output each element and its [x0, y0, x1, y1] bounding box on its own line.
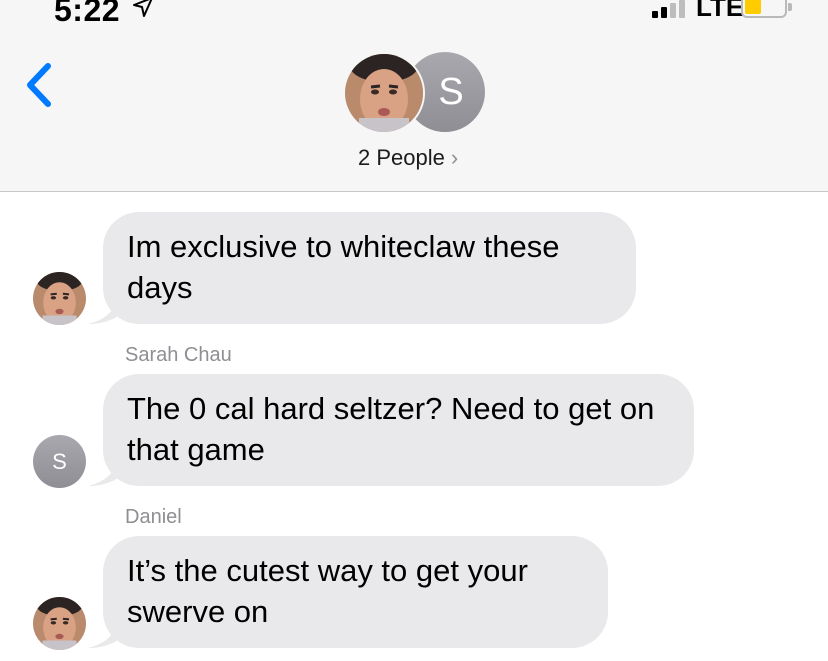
sender-name: Daniel	[125, 506, 182, 528]
message-text: It’s the cutest way to get your swerve o…	[127, 553, 528, 629]
avatar-initial[interactable]: S	[33, 435, 86, 488]
avatar-photo	[343, 52, 425, 134]
people-count-label: 2 People	[358, 145, 445, 170]
battery-icon	[741, 0, 792, 18]
sender-name: Sarah Chau	[125, 344, 232, 366]
bubble-tail	[88, 622, 118, 648]
bubble-tail	[88, 298, 118, 324]
chevron-right-icon: ›	[450, 145, 459, 170]
avatar-photo[interactable]	[33, 597, 86, 650]
bubble-tail	[88, 460, 118, 486]
group-avatar[interactable]: S	[343, 52, 488, 134]
network-type: LTE	[696, 0, 744, 22]
message-bubble[interactable]: Im exclusive to whiteclaw these days	[103, 212, 636, 324]
avatar-photo[interactable]	[33, 272, 86, 325]
back-chevron-icon[interactable]	[22, 62, 58, 108]
location-arrow-icon	[133, 0, 153, 17]
message-text: Im exclusive to whiteclaw these days	[127, 229, 560, 305]
conversation-header: 5:22 LTE S 2 People ›	[0, 0, 828, 192]
message-bubble[interactable]: It’s the cutest way to get your swerve o…	[103, 536, 608, 648]
status-time: 5:22	[54, 0, 121, 28]
cellular-signal-icon	[652, 0, 685, 18]
message-text: The 0 cal hard seltzer? Need to get on t…	[127, 391, 655, 467]
conversation-details-button[interactable]: 2 People ›	[358, 145, 458, 171]
message-bubble[interactable]: The 0 cal hard seltzer? Need to get on t…	[103, 374, 694, 486]
